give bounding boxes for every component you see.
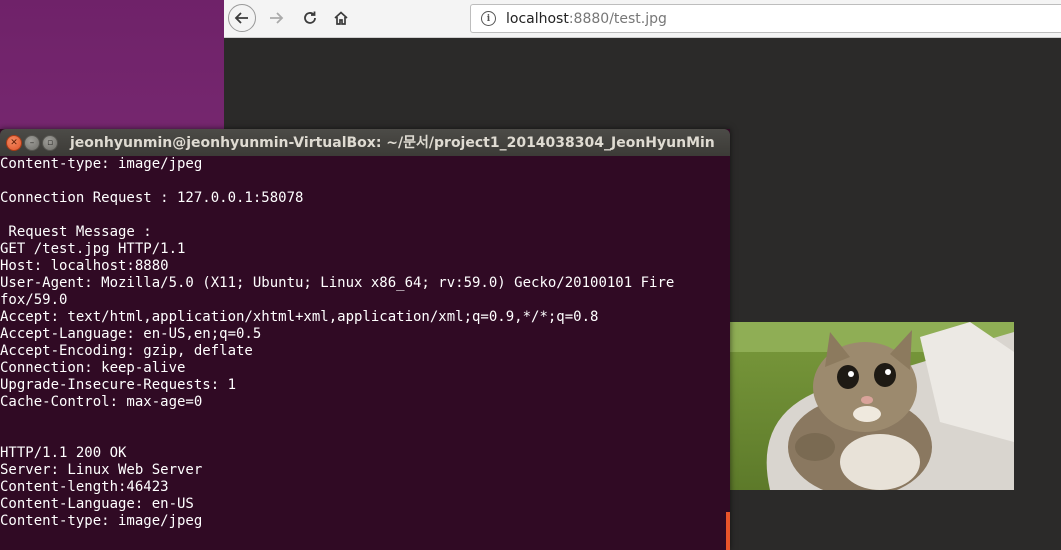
- home-icon: [334, 11, 348, 25]
- terminal-line: GET /test.jpg HTTP/1.1: [0, 241, 186, 257]
- terminal-line: Connection Request : 127.0.0.1:58078: [0, 190, 304, 206]
- terminal-line: Host: localhost:8880: [0, 258, 169, 274]
- url-bar[interactable]: i localhost:8880/test.jpg: [470, 4, 1061, 33]
- terminal-line: fox/59.0: [0, 292, 68, 308]
- terminal-window: ✕ – ▫ jeonhyunmin@jeonhyunmin-VirtualBox…: [0, 129, 730, 550]
- terminal-line: Server: Linux Web Server: [0, 462, 203, 478]
- terminal-line: HTTP/1.1 200 OK: [0, 445, 127, 461]
- terminal-line: Accept-Language: en-US,en;q=0.5: [0, 326, 262, 342]
- terminal-line: Content-type: image/jpeg: [0, 156, 203, 172]
- terminal-line: Request Message :: [0, 224, 152, 240]
- cat-photo: [730, 322, 1014, 490]
- terminal-line: Connection: keep-alive: [0, 360, 186, 376]
- url-host: localhost: [506, 10, 569, 27]
- forward-button[interactable]: [262, 4, 290, 32]
- terminal-line: Upgrade-Insecure-Requests: 1: [0, 377, 237, 393]
- info-icon[interactable]: i: [481, 11, 496, 26]
- maximize-button[interactable]: ▫: [42, 135, 58, 151]
- terminal-line: User-Agent: Mozilla/5.0 (X11; Ubuntu; Li…: [0, 275, 675, 291]
- terminal-line: Content-length:46423: [0, 479, 169, 495]
- terminal-line: Accept-Encoding: gzip, deflate: [0, 343, 253, 359]
- minimize-button[interactable]: –: [24, 135, 40, 151]
- close-icon: ✕: [10, 137, 18, 148]
- arrow-right-icon: [270, 12, 284, 24]
- maximize-icon: ▫: [46, 137, 54, 148]
- close-button[interactable]: ✕: [6, 135, 22, 151]
- terminal-title: jeonhyunmin@jeonhyunmin-VirtualBox: ~/문서…: [70, 135, 715, 151]
- reload-icon: [304, 11, 316, 24]
- terminal-titlebar[interactable]: ✕ – ▫ jeonhyunmin@jeonhyunmin-VirtualBox…: [0, 129, 730, 156]
- back-button[interactable]: [228, 4, 256, 32]
- url-path: :8880/test.jpg: [568, 10, 667, 27]
- browser-toolbar: i localhost:8880/test.jpg: [224, 0, 1061, 38]
- minimize-icon: –: [29, 137, 35, 148]
- terminal-line: Accept: text/html,application/xhtml+xml,…: [0, 309, 599, 325]
- reload-button[interactable]: [296, 4, 324, 32]
- arrow-left-icon: [234, 12, 248, 24]
- terminal-line: Content-type: image/jpeg: [0, 513, 203, 529]
- home-button[interactable]: [327, 4, 355, 32]
- terminal-scrollbar[interactable]: [726, 512, 730, 550]
- terminal-line: Cache-Control: max-age=0: [0, 394, 203, 410]
- terminal-output[interactable]: Content-type: image/jpeg Connection Reque…: [0, 156, 724, 550]
- terminal-line: Content-Language: en-US: [0, 496, 194, 512]
